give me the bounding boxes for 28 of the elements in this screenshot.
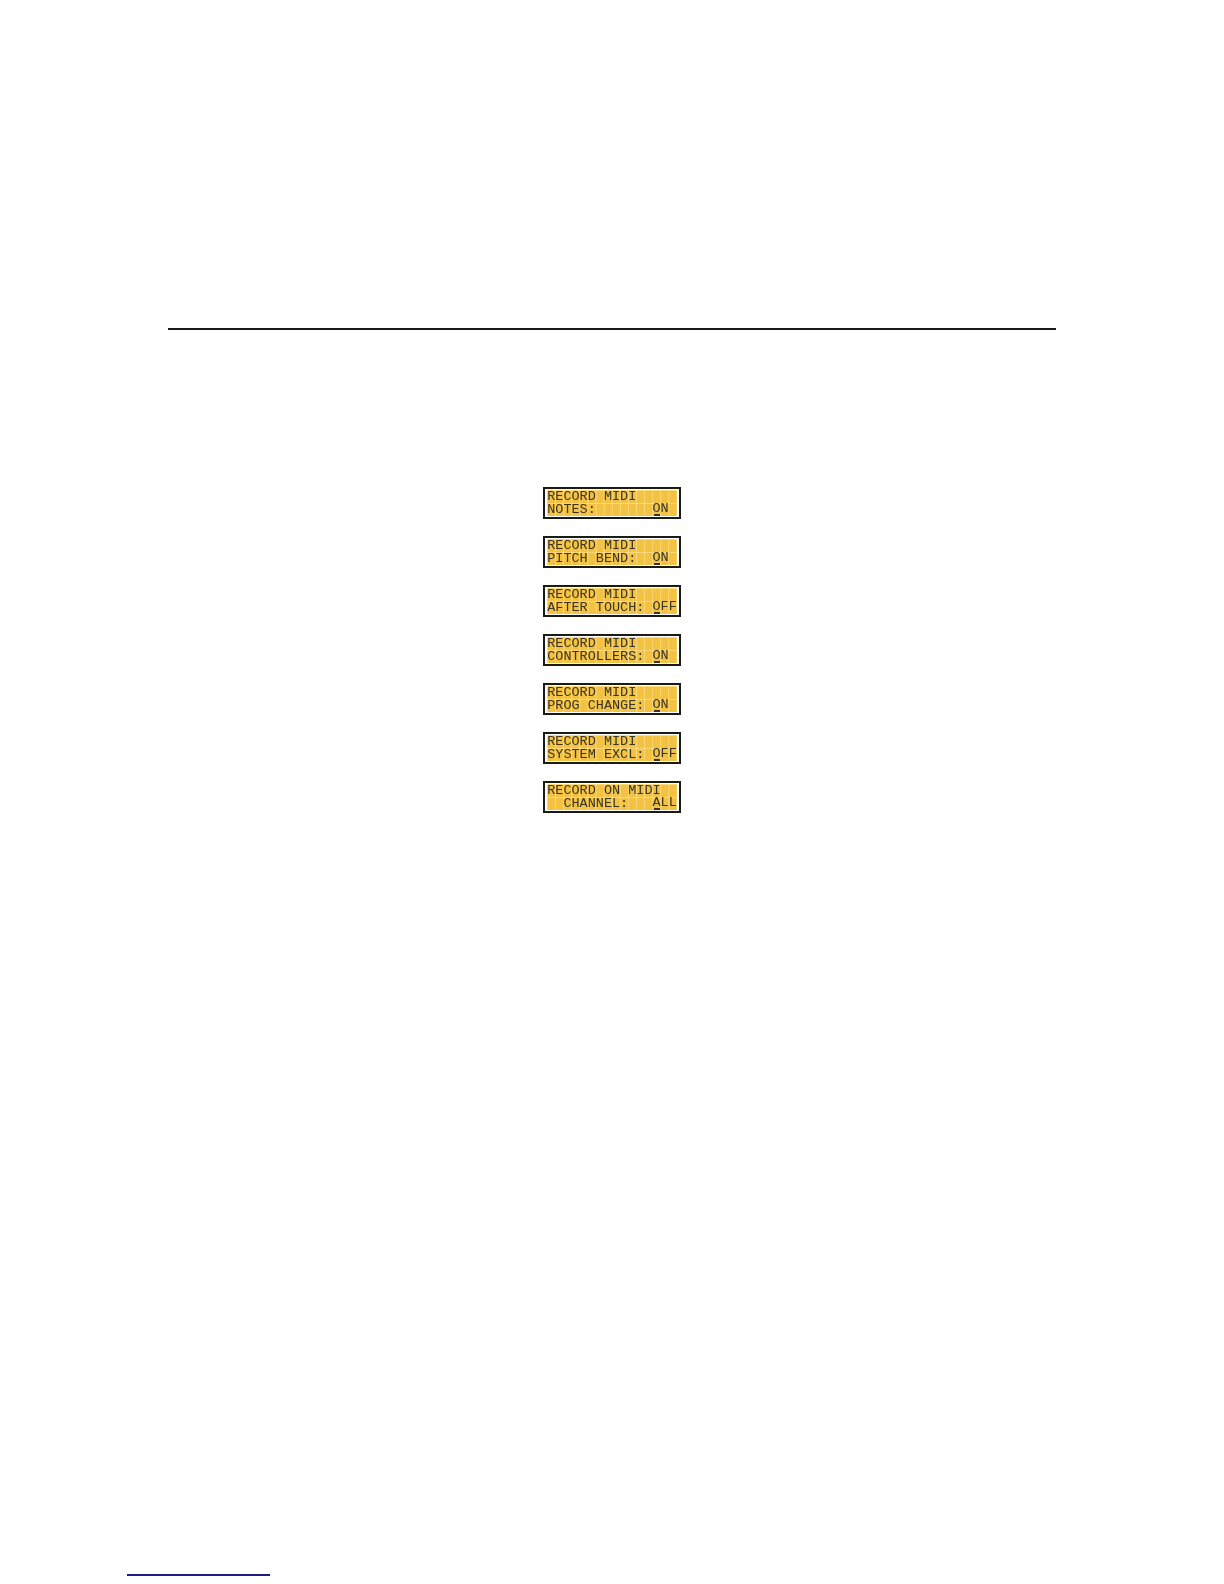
display-text: AFTER TOUCH: [547, 600, 645, 614]
display-text: PITCH BEND: [547, 551, 637, 565]
display-text: SYSTEM EXCL: [547, 747, 645, 761]
setting-value: OFF [652, 600, 677, 612]
setting-value: ON [652, 649, 669, 661]
setting-value: ON [652, 698, 669, 710]
display-text: RECORD MIDI [547, 734, 637, 748]
display-text: RECORD ON MIDI [547, 783, 661, 797]
display-text: CONTROLLERS: [547, 649, 645, 663]
setting-value: ALL [652, 796, 677, 808]
setting-value: OFF [652, 747, 677, 759]
display-text: NOTES: [547, 502, 596, 516]
cursor-icon [653, 611, 660, 614]
display-text: PROG CHANGE: [547, 698, 645, 712]
setting-value: ON [652, 502, 669, 514]
display-text: CHANNEL: [562, 796, 629, 810]
setting-value: ON [652, 551, 669, 563]
cursor-icon [653, 513, 660, 516]
display-text: RECORD MIDI [547, 538, 637, 552]
cursor-icon [653, 807, 660, 810]
display-text: RECORD MIDI [547, 489, 637, 503]
cursor-icon [653, 562, 660, 565]
cursor-icon [653, 709, 660, 712]
display-text: RECORD MIDI [547, 685, 637, 699]
display-text: RECORD MIDI [547, 587, 637, 601]
cursor-icon [653, 758, 660, 761]
cursor-icon [653, 660, 660, 663]
display-text: RECORD MIDI [547, 636, 637, 650]
